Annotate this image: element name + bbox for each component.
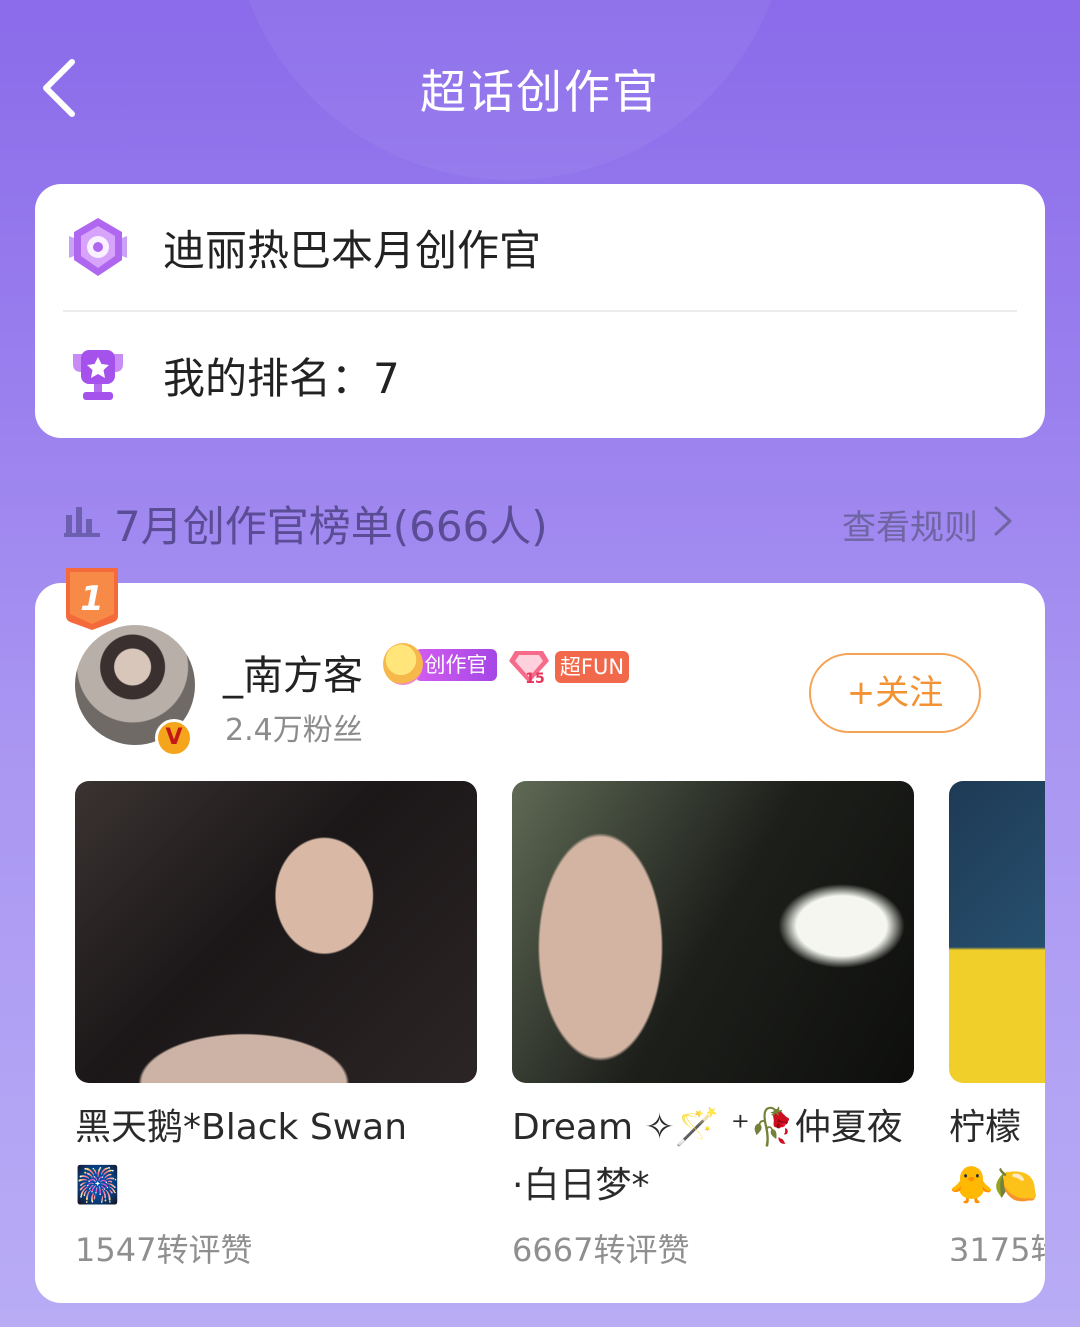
super-fun-tag: 超FUN bbox=[555, 651, 629, 683]
post-caption-line: 🎆 bbox=[75, 1165, 120, 1206]
post-card[interactable]: Dream ✧🪄 ⁺🥀仲夏夜 ·白日梦* 6667转评赞 bbox=[512, 781, 914, 1269]
post-caption-line: 🐥🍋 bbox=[949, 1165, 1039, 1206]
rank-1-badge-icon: 1 bbox=[66, 568, 118, 630]
ranking-entry-card[interactable]: V _南方客 创作官 15 超FUN 2.4万粉丝 +关注 黑天鹅*Black … bbox=[35, 583, 1045, 1303]
trophy-icon bbox=[73, 350, 123, 400]
creator-tag-label: 创作官 bbox=[415, 649, 497, 681]
monthly-creator-title: 迪丽热巴本月创作官 bbox=[163, 225, 542, 275]
post-caption-line: 黑天鹅*Black Swan bbox=[75, 1107, 408, 1148]
verified-v-icon: V bbox=[155, 719, 193, 757]
level-badge-icon: 15 bbox=[509, 651, 549, 685]
monthly-creator-row[interactable]: 迪丽热巴本月创作官 bbox=[35, 184, 1045, 310]
bar-chart-icon bbox=[64, 507, 100, 537]
my-rank-text: 我的排名：7 bbox=[163, 353, 400, 403]
view-rules-link[interactable]: 查看规则 bbox=[842, 500, 978, 549]
post-stats: 3175转 bbox=[949, 1231, 1045, 1261]
fans-count: 2.4万粉丝 bbox=[225, 713, 363, 748]
post-stats: 6667转评赞 bbox=[512, 1231, 690, 1269]
post-caption: 柠檬 🐥🍋 bbox=[949, 1099, 1045, 1215]
post-image[interactable] bbox=[512, 781, 914, 1083]
post-caption-line: 柠檬 bbox=[949, 1107, 1022, 1148]
post-caption-line: ·白日梦* bbox=[512, 1165, 650, 1206]
creator-badge-icon bbox=[69, 218, 127, 276]
post-image[interactable] bbox=[949, 781, 1045, 1083]
creator-tag: 创作官 bbox=[383, 643, 497, 685]
post-stats: 1547转评赞 bbox=[75, 1231, 253, 1269]
post-card[interactable]: 黑天鹅*Black Swan 🎆 1547转评赞 bbox=[75, 781, 477, 1269]
post-caption: Dream ✧🪄 ⁺🥀仲夏夜 ·白日梦* bbox=[512, 1099, 922, 1215]
post-image[interactable] bbox=[75, 781, 477, 1083]
chevron-right-icon[interactable] bbox=[988, 504, 1016, 538]
post-caption: 黑天鹅*Black Swan 🎆 bbox=[75, 1099, 485, 1215]
monthly-creator-card: 迪丽热巴本月创作官 我的排名：7 bbox=[35, 184, 1045, 438]
follow-button[interactable]: +关注 bbox=[809, 653, 981, 733]
ranking-section-title: 7月创作官榜单(666人) bbox=[114, 502, 548, 551]
level-number: 15 bbox=[525, 671, 544, 685]
creator-mascot-icon bbox=[383, 643, 423, 685]
rank-number: 1 bbox=[80, 579, 104, 619]
post-caption-line: Dream ✧🪄 ⁺🥀仲夏夜 bbox=[512, 1107, 903, 1148]
username[interactable]: _南方客 bbox=[223, 643, 363, 701]
page-title: 超话创作官 bbox=[420, 65, 660, 119]
post-card[interactable]: 柠檬 🐥🍋 3175转 bbox=[949, 781, 1045, 1261]
my-rank-row: 我的排名：7 bbox=[35, 312, 1045, 438]
